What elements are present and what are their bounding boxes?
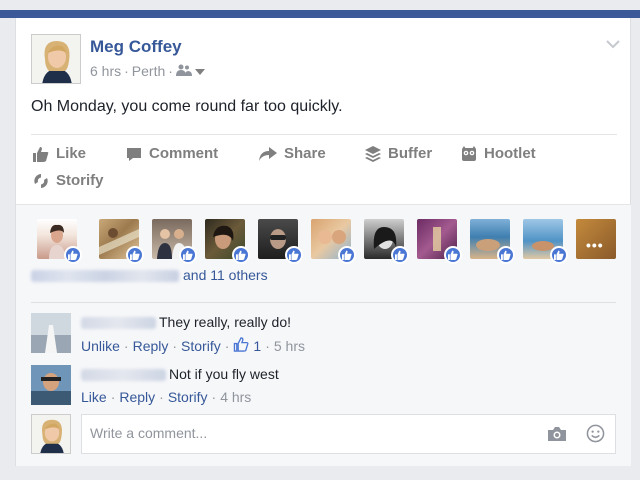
liker-avatar[interactable] (311, 219, 356, 264)
like-badge-icon (64, 246, 82, 264)
like-badge-icon (179, 246, 197, 264)
comment-like-count[interactable]: 1 (253, 338, 261, 354)
redacted-commenter-name[interactable] (81, 317, 156, 330)
share-arrow-icon (259, 146, 277, 162)
like-badge-icon (126, 246, 144, 264)
storify-link[interactable]: Storify (168, 389, 208, 405)
liker-avatar[interactable] (99, 219, 144, 264)
reply-link[interactable]: Reply (119, 389, 155, 405)
comment-composer: Write a comment... (31, 412, 621, 454)
separator: · (110, 389, 116, 405)
comment-item: They really, really do! Unlike · Reply ·… (31, 313, 621, 355)
comment-actions: Like · Reply · Storify · 4 hrs (81, 389, 251, 405)
redacted-commenter-name[interactable] (81, 369, 166, 382)
liker-avatar[interactable] (205, 219, 250, 264)
post-card: Meg Coffey 6 hrs · Perth · Oh Monday, yo… (15, 18, 631, 466)
post-actions: Like Comment Share Buffer Hootlet Storif… (31, 143, 621, 199)
share-label: Share (284, 145, 326, 162)
comment-item: Not if you fly west Like · Reply · Stori… (31, 365, 621, 407)
meta-separator: · (124, 63, 129, 79)
comment-icon (126, 146, 142, 162)
share-button[interactable]: Share (259, 145, 326, 162)
liker-avatar[interactable] (37, 219, 82, 264)
like-badge-icon (444, 246, 462, 264)
author-name[interactable]: Meg Coffey (90, 37, 182, 57)
post-text: Oh Monday, you come round far too quickl… (31, 98, 343, 115)
hootlet-button[interactable]: Hootlet (461, 145, 536, 162)
storify-icon (33, 173, 49, 189)
liker-avatar[interactable] (417, 219, 462, 264)
top-bar (0, 10, 640, 18)
comment-actions: Unlike · Reply · Storify · 1 · 5 hrs (81, 337, 305, 355)
thumbs-up-outline-icon[interactable] (233, 337, 249, 355)
chevron-down-icon[interactable] (194, 63, 205, 79)
post-header: Meg Coffey 6 hrs · Perth · (31, 34, 621, 84)
like-button[interactable]: Like (33, 145, 86, 162)
like-badge-icon (285, 246, 303, 264)
liker-avatar[interactable] (364, 219, 409, 264)
like-badge-icon (550, 246, 568, 264)
engagement-area: ••• and 11 others They really, really do… (16, 204, 631, 466)
comment-text: They really, really do! (159, 314, 292, 330)
buffer-button[interactable]: Buffer (365, 145, 432, 162)
separator: · (265, 338, 270, 354)
liker-avatar[interactable] (470, 219, 515, 264)
post-time[interactable]: 6 hrs (90, 63, 121, 79)
storify-button[interactable]: Storify (33, 172, 104, 189)
like-badge-icon (497, 246, 515, 264)
owl-icon (461, 145, 477, 162)
more-likers-button[interactable]: ••• (576, 219, 616, 259)
thumbs-up-icon (33, 146, 49, 162)
smiley-icon[interactable] (586, 424, 605, 448)
liker-avatar[interactable] (152, 219, 197, 264)
buffer-label: Buffer (388, 145, 433, 162)
commenter-avatar[interactable] (31, 365, 71, 405)
liker-avatar[interactable] (258, 219, 303, 264)
post-options-chevron-icon[interactable] (605, 36, 621, 52)
separator: · (123, 338, 129, 354)
more-dots-icon: ••• (586, 237, 604, 253)
commenter-avatar[interactable] (31, 313, 71, 353)
separator: · (159, 389, 164, 405)
comment-input[interactable]: Write a comment... (81, 414, 616, 454)
comment-body: They really, really do! (81, 314, 291, 330)
comment-label: Comment (149, 145, 219, 162)
meta-separator: · (168, 63, 173, 79)
redacted-names (31, 270, 179, 283)
storify-label: Storify (56, 172, 104, 189)
reply-link[interactable]: Reply (133, 338, 169, 354)
like-label: Like (56, 145, 87, 162)
liker-avatar[interactable] (523, 219, 568, 264)
liker-faces: ••• (37, 219, 617, 264)
comment-time[interactable]: 4 hrs (220, 389, 251, 405)
comment-time[interactable]: 5 hrs (274, 338, 305, 354)
post-meta: 6 hrs · Perth · (90, 63, 205, 79)
comment-button[interactable]: Comment (126, 145, 218, 162)
like-link[interactable]: Like (81, 389, 107, 405)
unlike-link[interactable]: Unlike (81, 338, 120, 354)
storify-link[interactable]: Storify (181, 338, 221, 354)
like-badge-icon (232, 246, 250, 264)
separator: · (211, 389, 217, 405)
post-location[interactable]: Perth (132, 63, 165, 79)
hootlet-label: Hootlet (484, 145, 536, 162)
likers-summary[interactable]: and 11 others (31, 267, 268, 283)
comment-body: Not if you fly west (81, 366, 279, 382)
buffer-stack-icon (365, 145, 381, 162)
author-avatar[interactable] (31, 34, 81, 84)
like-badge-icon (338, 246, 356, 264)
divider (31, 302, 616, 303)
like-badge-icon (391, 246, 409, 264)
separator: · (224, 338, 230, 354)
friends-icon[interactable] (175, 63, 192, 79)
comment-text: Not if you fly west (169, 366, 279, 382)
my-avatar (31, 414, 71, 454)
divider (31, 134, 617, 135)
likers-others-link[interactable]: and 11 others (183, 267, 268, 283)
separator: · (172, 338, 178, 354)
camera-icon[interactable] (547, 426, 567, 447)
